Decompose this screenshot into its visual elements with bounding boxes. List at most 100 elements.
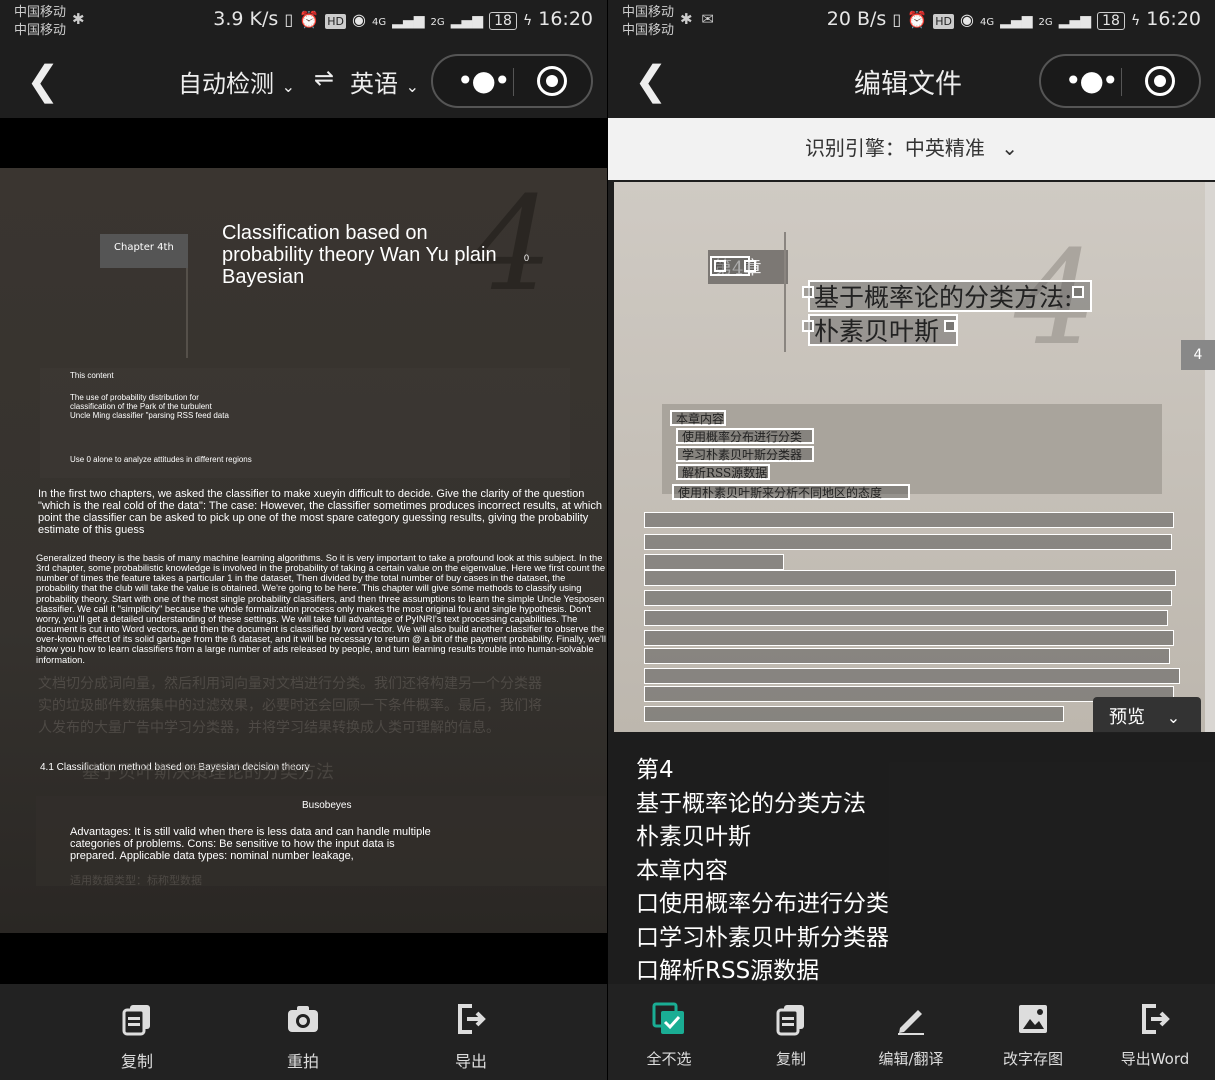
ocr-line[interactable] bbox=[644, 554, 784, 570]
export-label: 导出 bbox=[454, 1052, 487, 1071]
title-line-1: 基于概率论的分类方法: bbox=[814, 283, 1073, 312]
translated-title: Classification based on probability theo… bbox=[222, 222, 497, 288]
carrier-2: 中国移动 bbox=[622, 23, 675, 38]
more-icon[interactable]: •●• bbox=[457, 64, 510, 97]
export-word-button[interactable]: 导出Word bbox=[1100, 1002, 1210, 1069]
more-icon[interactable]: •●• bbox=[1065, 64, 1118, 97]
background-text: 文档切分成词向量，然后利用词向量对文档进行分类。我们还将构建另一个分类器 实的垃圾… bbox=[38, 676, 542, 736]
content-item-3: 解析RSS源数据 bbox=[682, 466, 768, 480]
translate-pane: 中国移动 中国移动 ✱ 3.9 K/s ▯ ⏰ HD ◉ 4G ▂▄▆ 2G ▂… bbox=[0, 0, 607, 1080]
source-lang-label: 自动检测 bbox=[178, 70, 274, 98]
save-image-label: 改字存图 bbox=[1002, 1050, 1063, 1068]
box-handle[interactable] bbox=[714, 260, 726, 272]
notification-icon: ✱ ✉ bbox=[680, 10, 716, 28]
copy-icon bbox=[774, 1002, 808, 1036]
carrier-1: 中国移动 bbox=[14, 5, 67, 20]
eye-icon: ◉ bbox=[959, 10, 974, 29]
chapter-label: Chapter 4th bbox=[100, 234, 188, 268]
ocr-line[interactable] bbox=[644, 610, 1168, 626]
save-image-button[interactable]: 改字存图 bbox=[978, 1002, 1088, 1069]
copy-button[interactable]: 复制 bbox=[92, 1002, 182, 1072]
close-miniapp-icon[interactable] bbox=[1145, 66, 1175, 96]
back-icon[interactable]: ❮ bbox=[634, 58, 668, 104]
export-button[interactable]: 导出 bbox=[426, 1002, 516, 1072]
content-items: The use of probability distribution for … bbox=[70, 393, 229, 420]
preview-line: 朴素贝叶斯 bbox=[636, 824, 751, 850]
content-head: 本章内容 bbox=[676, 412, 725, 426]
status-right: 20 B/s ▯ ⏰ HD ◉ 4G ▂▄▆ 2G ▂▄▆ 18 ϟ 16:20 bbox=[827, 8, 1201, 30]
box-handle[interactable] bbox=[802, 286, 814, 298]
status-bar: 中国移动 中国移动 ✱ ✉ 20 B/s ▯ ⏰ HD ◉ 4G ▂▄▆ 2G … bbox=[608, 0, 1215, 42]
retake-button[interactable]: 重拍 bbox=[258, 1002, 348, 1072]
close-miniapp-icon[interactable] bbox=[537, 66, 567, 96]
ocr-line[interactable] bbox=[644, 668, 1180, 684]
charging-icon: ϟ bbox=[1130, 13, 1141, 29]
select-all-icon bbox=[652, 1002, 686, 1036]
chevron-down-icon: ⌄ bbox=[281, 77, 296, 96]
export-word-label: 导出Word bbox=[1120, 1050, 1190, 1068]
clock: 16:20 bbox=[538, 8, 593, 30]
content-box: This content The use of probability dist… bbox=[40, 368, 570, 478]
preview-toggle[interactable]: 预览 ⌄ bbox=[1093, 697, 1201, 733]
edit-translate-button[interactable]: 编辑/翻译 bbox=[856, 1002, 966, 1069]
ocr-line[interactable] bbox=[644, 512, 1174, 528]
battery-icon: 18 bbox=[1097, 12, 1125, 30]
source-lang-select[interactable]: 自动检测 ⌄ bbox=[178, 64, 295, 99]
box-handle[interactable] bbox=[1072, 286, 1084, 298]
export-icon bbox=[1138, 1002, 1172, 1036]
preview-line: 本章内容 bbox=[636, 857, 728, 884]
carrier-labels: 中国移动 中国移动 bbox=[14, 4, 66, 40]
nav-bar: ❮ 自动检测 ⌄ ⇌ 英语 ⌄ •●• bbox=[0, 48, 607, 112]
hd-icon: HD bbox=[933, 14, 954, 29]
ocr-line[interactable] bbox=[644, 570, 1176, 586]
target-lang-select[interactable]: 英语 ⌄ bbox=[350, 64, 419, 99]
side-page-tab: 4 bbox=[1181, 340, 1215, 370]
chevron-down-icon: ⌄ bbox=[405, 77, 420, 96]
swap-icon[interactable]: ⇌ bbox=[314, 64, 334, 92]
alarm-icon: ⏰ bbox=[299, 10, 320, 29]
ocr-line[interactable] bbox=[644, 648, 1170, 664]
back-icon[interactable]: ❮ bbox=[26, 58, 60, 104]
export-icon bbox=[454, 1002, 488, 1036]
document-photo: 4 Chapter 4th Classification based on pr… bbox=[0, 168, 607, 933]
ocr-line[interactable] bbox=[644, 630, 1174, 646]
page-mark: 0 bbox=[524, 253, 530, 263]
bottom-toolbar: 全不选 复制 编辑/翻译 改字存图 导出Word bbox=[608, 984, 1215, 1080]
carrier-labels: 中国移动 中国移动 bbox=[622, 4, 674, 40]
miniapp-capsule: •●• bbox=[1039, 54, 1201, 108]
network-1: 4G bbox=[980, 17, 995, 28]
engine-selector[interactable]: 识别引擎：中英精准 ⌄ bbox=[608, 118, 1215, 180]
deselect-all-button[interactable]: 全不选 bbox=[614, 1002, 724, 1069]
deselect-all-label: 全不选 bbox=[646, 1050, 692, 1068]
page-title: 编辑文件 bbox=[854, 69, 962, 100]
bayes-box-text: Advantages: It is still valid when there… bbox=[70, 826, 431, 863]
content-item-1: 使用概率分布进行分类 bbox=[682, 430, 803, 444]
translated-paragraph-1: In the first two chapters, we asked the … bbox=[38, 488, 602, 537]
image-edit-icon bbox=[1016, 1002, 1050, 1036]
title-line-2: 朴素贝叶斯 bbox=[814, 317, 940, 346]
clock: 16:20 bbox=[1146, 8, 1201, 30]
miniapp-capsule: •●• bbox=[431, 54, 593, 108]
ocr-line[interactable] bbox=[644, 590, 1172, 606]
box-handle[interactable] bbox=[802, 320, 814, 332]
charging-icon: ϟ bbox=[522, 13, 533, 29]
content-heading: This content bbox=[70, 371, 114, 380]
box-handle[interactable] bbox=[944, 320, 956, 332]
signal-icon-1: ▂▄▆ bbox=[1000, 13, 1033, 29]
ocr-line[interactable] bbox=[644, 534, 1172, 550]
ocr-line[interactable] bbox=[644, 706, 1064, 722]
signal-icon-2: ▂▄▆ bbox=[450, 13, 484, 29]
copy-button[interactable]: 复制 bbox=[736, 1002, 846, 1069]
target-lang-label: 英语 bbox=[350, 70, 398, 98]
capsule-divider bbox=[1121, 68, 1122, 96]
carrier-1: 中国移动 bbox=[622, 5, 675, 20]
preview-line: 口学习朴素贝叶斯分类器 bbox=[636, 924, 889, 951]
preview-tab-label: 预览 bbox=[1109, 707, 1145, 728]
hd-icon: HD bbox=[325, 14, 346, 29]
battery-icon: 18 bbox=[489, 12, 517, 30]
box-handle[interactable] bbox=[744, 260, 756, 272]
bayes-box: Busobeyes Advantages: It is still valid … bbox=[36, 796, 606, 887]
preview-line: 第4 bbox=[636, 757, 674, 783]
preview-line: 基于概率论的分类方法 bbox=[636, 790, 866, 817]
bottom-toolbar: 复制 重拍 导出 bbox=[0, 984, 607, 1080]
